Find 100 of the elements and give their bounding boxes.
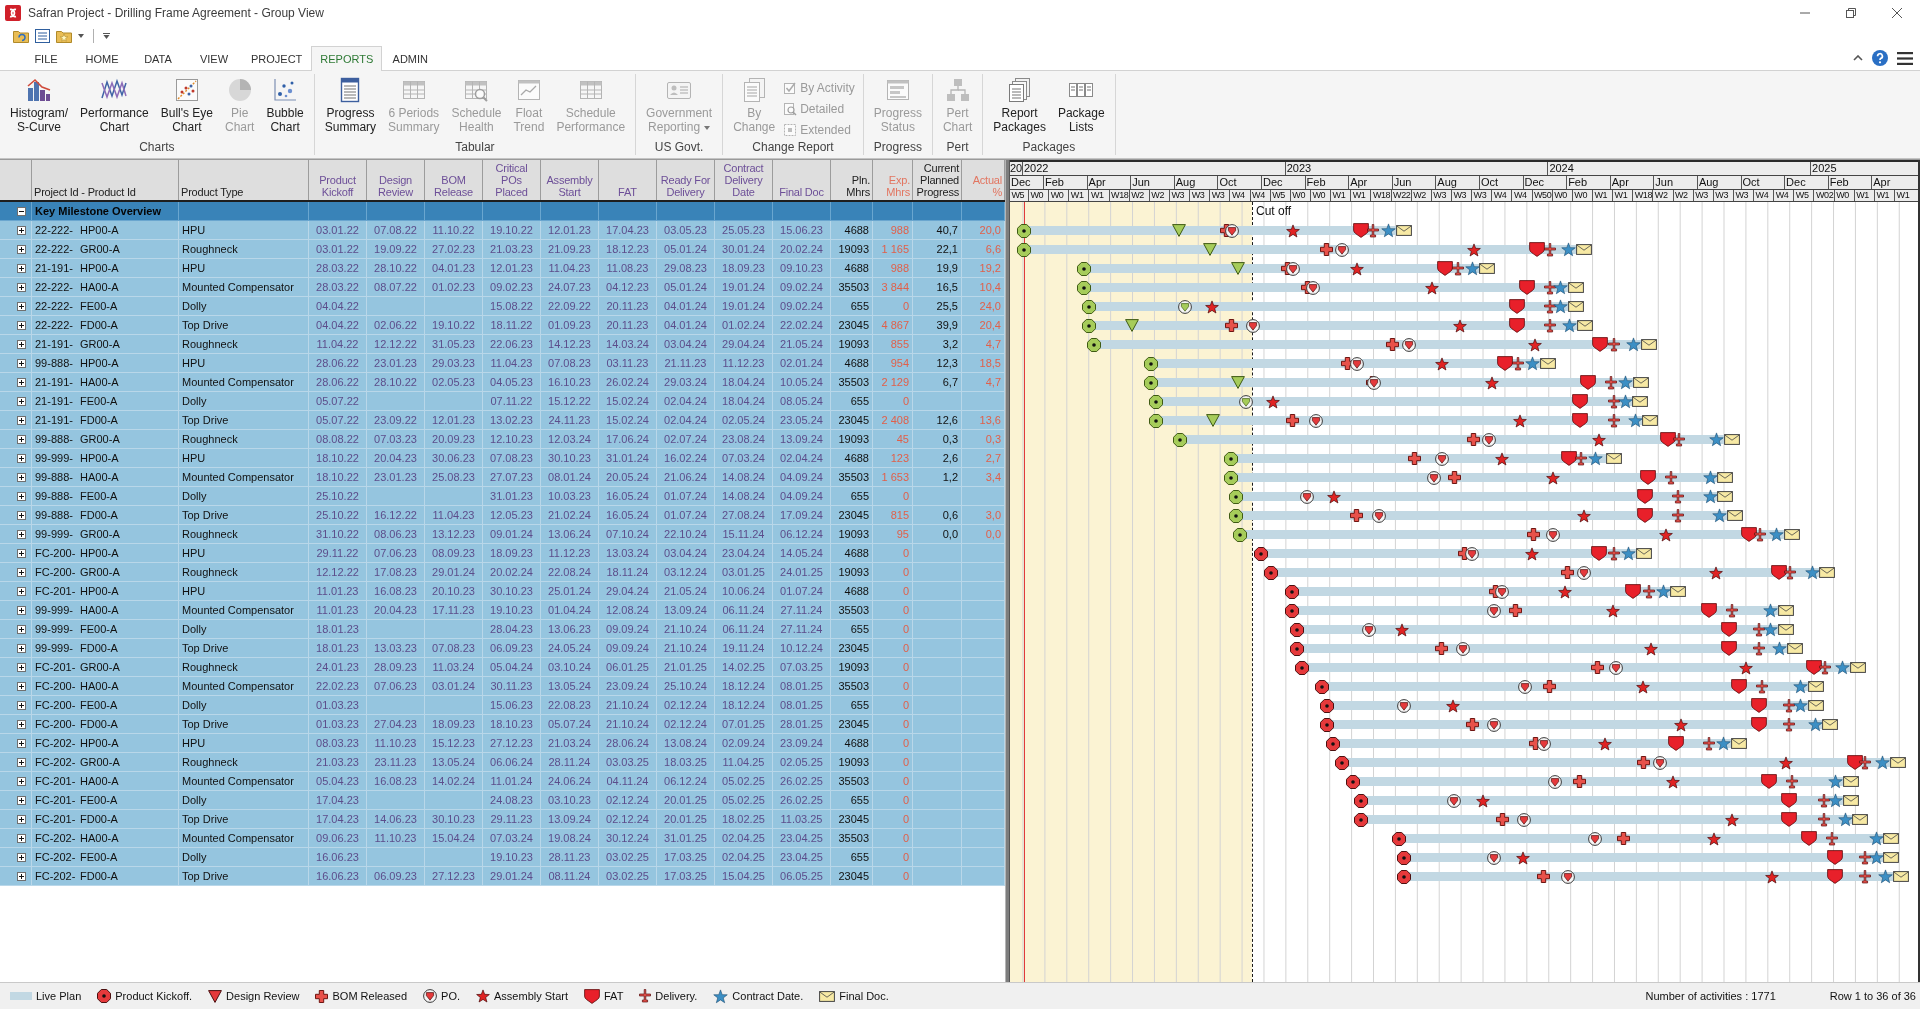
- expand-icon[interactable]: [17, 700, 26, 710]
- column-header[interactable]: Final Doc: [773, 160, 831, 200]
- table-row[interactable]: FC-200- GR00-A Roughneck 12.12.22 17.08.23 29.01.24 20.02.24 22.08.24 18.11.24 03.12.24 03.01.25 24.01.25 19093 0: [0, 563, 1005, 582]
- table-row[interactable]: FC-201- FD00-A Top Drive 17.04.23 14.06.23 30.10.23 29.11.23 13.09.24 02.12.24 20.01.25 18.02.25 11.03.25 23045 0: [0, 810, 1005, 829]
- table-row[interactable]: 99-999- HP00-A HPU 18.10.22 20.04.23 30.06.23 07.08.23 30.10.23 31.01.24 16.02.24 07.03.24 02.04.24 4688 123 2,6 2,7: [0, 449, 1005, 468]
- ribbon-tab[interactable]: PROJECT: [242, 46, 312, 70]
- column-header[interactable]: Critical POs Placed: [483, 160, 541, 200]
- group-row[interactable]: Key Milestone Overview: [0, 202, 1005, 221]
- column-header[interactable]: Assembly Start: [541, 160, 599, 200]
- close-icon[interactable]: [1892, 7, 1902, 18]
- expand-icon[interactable]: [17, 301, 26, 311]
- table-row[interactable]: 21-191- FE00-A Dolly 05.07.22 07.11.22 15.12.22 15.02.24 02.04.24 18.04.24 08.05.24 655 0: [0, 392, 1005, 411]
- table-row[interactable]: FC-200- FE00-A Dolly 01.03.23 15.06.23 22.08.23 21.10.24 02.12.24 18.12.24 08.01.25 655 0: [0, 696, 1005, 715]
- expand-icon[interactable]: [17, 377, 26, 387]
- collapse-icon[interactable]: [17, 206, 26, 216]
- expand-icon[interactable]: [17, 567, 26, 577]
- ribbon-button[interactable]: Performance Chart: [74, 77, 155, 134]
- table-row[interactable]: 99-999- GR00-A Roughneck 31.10.22 08.06.23 13.12.23 09.01.24 13.06.24 07.10.24 22.10.24 15.11.24 06.12.24 19093 95 0,0 0,0: [0, 525, 1005, 544]
- table-row[interactable]: 22-222- FE00-A Dolly 04.04.22 15.08.22 22.09.22 20.11.23 04.01.24 19.01.24 09.02.24 655 0 25,5 24,0: [0, 297, 1005, 316]
- column-header[interactable]: Project Id - Product Id: [32, 160, 179, 200]
- column-header[interactable]: FAT: [599, 160, 657, 200]
- expand-icon[interactable]: [17, 434, 26, 444]
- table-row[interactable]: FC-202- GR00-A Roughneck 21.03.23 23.11.23 13.05.24 06.06.24 28.11.24 03.03.25 18.03.25 11.04.25 02.05.25 19093 0: [0, 753, 1005, 772]
- ribbon-button[interactable]: Histogram/ S-Curve: [4, 77, 74, 134]
- table-row[interactable]: 21-191- GR00-A Roughneck 11.04.22 12.12.22 31.05.23 22.06.23 14.12.23 14.03.24 03.04.24 29.04.24 21.05.24 19093 855 3,2 4,7: [0, 335, 1005, 354]
- table-row[interactable]: 99-999- FD00-A Top Drive 18.01.23 13.03.23 07.08.23 06.09.23 24.05.24 09.09.24 21.10.24 19.11.24 10.12.24 23045 0: [0, 639, 1005, 658]
- help-icon[interactable]: [1872, 50, 1888, 66]
- expand-icon[interactable]: [17, 643, 26, 653]
- ribbon-tab[interactable]: ADMIN: [382, 46, 439, 70]
- column-header[interactable]: Pln. Mhrs: [831, 160, 873, 200]
- table-row[interactable]: 21-191- HA00-A Mounted Compensator 28.06.22 28.10.22 02.05.23 04.05.23 16.10.23 26.02.24 29.03.24 18.04.24 10.05.24 35503 2 129 6,7 4,7: [0, 373, 1005, 392]
- caret-icon[interactable]: [103, 32, 110, 39]
- ribbon-tab[interactable]: HOME: [74, 46, 130, 70]
- column-header[interactable]: Product Kickoff: [309, 160, 367, 200]
- table-row[interactable]: 99-888- GR00-A Roughneck 08.08.22 07.03.23 20.09.23 12.10.23 12.03.24 17.06.24 02.07.24 23.08.24 13.09.24 19093 45 0,3 0,3: [0, 430, 1005, 449]
- table-row[interactable]: 21-191- HP00-A HPU 28.03.22 28.10.22 04.01.23 12.01.23 11.04.23 11.08.23 29.08.23 18.09.23 09.10.23 4688 988 19,9 19,2: [0, 259, 1005, 278]
- column-header[interactable]: Contract Delivery Date: [715, 160, 773, 200]
- column-header[interactable]: Current Planned Progress: [913, 160, 962, 200]
- column-header[interactable]: Product Type: [179, 160, 309, 200]
- column-header[interactable]: Design Review: [367, 160, 425, 200]
- expand-icon[interactable]: [17, 225, 26, 235]
- table-row[interactable]: 99-999- HA00-A Mounted Compensator 11.01.23 20.04.23 17.11.23 19.10.23 01.04.24 12.08.24 13.09.24 06.11.24 27.11.24 35503 0: [0, 601, 1005, 620]
- table-row[interactable]: FC-201- GR00-A Roughneck 24.01.23 28.09.23 11.03.24 05.04.24 03.10.24 06.01.25 21.01.25 14.02.25 07.03.25 19093 0: [0, 658, 1005, 677]
- table-row[interactable]: 99-888- FE00-A Dolly 25.10.22 31.01.23 10.03.23 16.05.24 01.07.24 14.08.24 04.09.24 655 0: [0, 487, 1005, 506]
- table-row[interactable]: FC-202- HA00-A Mounted Compensator 09.06.23 11.10.23 15.04.24 07.03.24 19.08.24 30.12.24 31.01.25 02.04.25 23.04.25 35503 0: [0, 829, 1005, 848]
- table-row[interactable]: 99-999- FE00-A Dolly 18.01.23 28.04.23 13.06.23 09.09.24 21.10.24 06.11.24 27.11.24 655 0: [0, 620, 1005, 639]
- expand-icon[interactable]: [17, 624, 26, 634]
- expand-icon[interactable]: [17, 320, 26, 330]
- expand-icon[interactable]: [17, 605, 26, 615]
- ribbon-tab[interactable]: FILE: [18, 46, 74, 70]
- expand-icon[interactable]: [17, 358, 26, 368]
- expand-icon[interactable]: [17, 282, 26, 292]
- table-row[interactable]: FC-202- FE00-A Dolly 16.06.23 19.10.23 28.11.23 03.02.25 17.03.25 02.04.25 23.04.25 655 0: [0, 848, 1005, 867]
- table-row[interactable]: FC-201- FE00-A Dolly 17.04.23 24.08.23 03.10.23 02.12.24 20.01.25 05.02.25 26.02.25 655 0: [0, 791, 1005, 810]
- ribbon-tab[interactable]: VIEW: [186, 46, 242, 70]
- expand-icon[interactable]: [17, 681, 26, 691]
- expand-icon[interactable]: [17, 871, 26, 881]
- expand-icon[interactable]: [17, 738, 26, 748]
- caret-icon[interactable]: [78, 33, 84, 38]
- folder-star-icon[interactable]: [56, 28, 72, 43]
- expand-icon[interactable]: [17, 263, 26, 273]
- expand-icon[interactable]: [17, 548, 26, 558]
- ribbon-tab[interactable]: DATA: [130, 46, 186, 70]
- table-row[interactable]: FC-200- HP00-A HPU 29.11.22 07.06.23 08.09.23 18.09.23 11.12.23 13.03.24 03.04.24 23.04.24 14.05.24 4688 0: [0, 544, 1005, 563]
- expand-icon[interactable]: [17, 833, 26, 843]
- table-row[interactable]: FC-201- HP00-A HPU 11.01.23 16.08.23 20.10.23 30.10.23 25.01.24 29.04.24 21.05.24 10.06.24 01.07.24 4688 0: [0, 582, 1005, 601]
- expand-icon[interactable]: [17, 472, 26, 482]
- expand-icon[interactable]: [17, 776, 26, 786]
- ribbon-button[interactable]: Bubble Chart: [260, 77, 310, 134]
- column-header[interactable]: Ready For Delivery: [657, 160, 715, 200]
- expand-icon[interactable]: [17, 719, 26, 729]
- expand-icon[interactable]: [17, 757, 26, 767]
- expand-icon[interactable]: [17, 662, 26, 672]
- column-header[interactable]: BOM Release: [425, 160, 483, 200]
- expand-icon[interactable]: [17, 396, 26, 406]
- expand-icon[interactable]: [17, 244, 26, 254]
- list-icon[interactable]: [35, 28, 50, 43]
- expand-icon[interactable]: [17, 814, 26, 824]
- expand-icon[interactable]: [17, 529, 26, 539]
- table-row[interactable]: 22-222- FD00-A Top Drive 04.04.22 02.06.22 19.10.22 18.11.22 01.09.23 20.11.23 04.01.24 01.02.24 22.02.24 23045 4 867 39,9 20,4: [0, 316, 1005, 335]
- table-row[interactable]: FC-200- HA00-A Mounted Compensator 22.02.23 07.06.23 03.01.24 30.11.23 13.05.24 23.09.24 25.10.24 18.12.24 08.01.25 35503 0: [0, 677, 1005, 696]
- expand-icon[interactable]: [17, 339, 26, 349]
- expand-icon[interactable]: [17, 453, 26, 463]
- expand-icon[interactable]: [17, 491, 26, 501]
- ribbon-button[interactable]: Progress Summary: [318, 77, 383, 134]
- table-row[interactable]: FC-201- HA00-A Mounted Compensator 05.04.23 16.08.23 14.02.24 11.01.24 24.06.24 04.11.24 06.12.24 05.02.25 26.02.25 35503 0: [0, 772, 1005, 791]
- table-row[interactable]: 21-191- FD00-A Top Drive 05.07.22 23.09.22 12.01.23 13.02.23 24.11.23 15.02.24 02.04.24 02.05.24 23.05.24 23045 2 408 12,6 13,6: [0, 411, 1005, 430]
- table-row[interactable]: FC-202- FD00-A Top Drive 16.06.23 06.09.23 27.12.23 29.01.24 08.11.24 03.02.25 17.03.25 15.04.25 06.05.25 23045 0: [0, 867, 1005, 886]
- table-row[interactable]: 99-888- FD00-A Top Drive 25.10.22 16.12.22 11.04.23 12.05.23 21.02.24 16.05.24 01.07.24 27.08.24 17.09.24 23045 815 0,6 3,0: [0, 506, 1005, 525]
- expand-icon[interactable]: [17, 415, 26, 425]
- expand-icon[interactable]: [17, 586, 26, 596]
- folder-refresh-icon[interactable]: [13, 28, 29, 43]
- caret-up-icon[interactable]: [1853, 55, 1863, 61]
- ribbon-button[interactable]: Package Lists: [1051, 77, 1111, 134]
- expand-icon[interactable]: [17, 852, 26, 862]
- table-row[interactable]: FC-202- HP00-A HPU 08.03.23 11.10.23 15.12.23 27.12.23 21.03.24 28.06.24 13.08.24 02.09.24 23.09.24 4688 0: [0, 734, 1005, 753]
- expand-icon[interactable]: [17, 795, 26, 805]
- ribbon-tab[interactable]: REPORTS: [311, 46, 383, 71]
- menu-icon[interactable]: [1897, 51, 1913, 65]
- table-row[interactable]: 99-888- HA00-A Mounted Compensator 18.10.22 23.01.23 25.08.23 27.07.23 08.01.24 20.05.24 21.06.24 14.08.24 04.09.24 35503 1 653 1,2 3,4: [0, 468, 1005, 487]
